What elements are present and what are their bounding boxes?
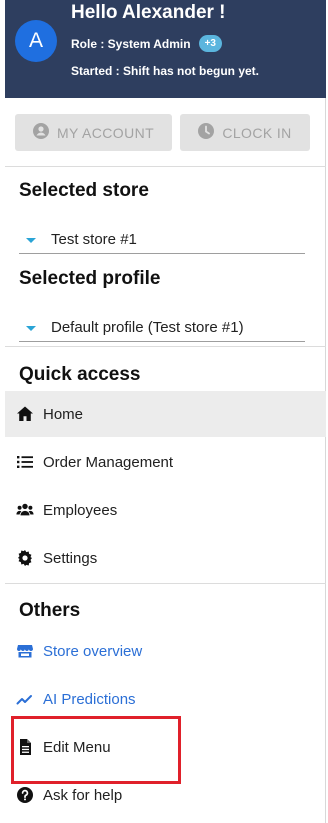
trend-icon [5,690,43,708]
store-select[interactable]: Test store #1 [19,226,305,254]
menu-item-label: Store overview [43,642,143,660]
divider [5,346,326,347]
highlight-box [11,716,181,784]
others-title: Others [19,600,81,621]
my-account-button[interactable]: MY ACCOUNT [15,114,172,151]
account-icon [32,123,49,142]
clock-in-button[interactable]: CLOCK IN [180,114,310,151]
selected-store-title: Selected store [19,180,149,201]
shift-status: Started : Shift has not begun yet. [71,64,260,78]
divider [5,166,326,167]
quick-access-title: Quick access [19,364,141,385]
menu-item-label: Home [43,405,84,423]
user-header: A Hello Alexander ! Role : System Admin … [5,0,326,98]
store-select-value: Test store #1 [51,231,137,248]
menu-item-home[interactable]: Home [5,391,326,437]
list-icon [5,453,43,471]
clock-in-label: CLOCK IN [222,124,292,141]
side-menu: A Hello Alexander ! Role : System Admin … [0,0,326,823]
menu-item-settings[interactable]: Settings [5,535,326,581]
caret-down-icon [26,238,36,243]
selected-profile-title: Selected profile [19,268,161,289]
menu-item-store-overview[interactable]: Store overview [5,628,326,674]
store-icon [5,642,43,660]
role-badge[interactable]: +3 [198,35,222,52]
menu-item-order-management[interactable]: Order Management [5,439,326,485]
gear-icon [5,549,43,567]
menu-item-label: Order Management [43,453,174,471]
menu-item-label: Ask for help [43,786,123,804]
menu-item-label: Employees [43,501,118,519]
caret-down-icon [26,326,36,331]
menu-item-employees[interactable]: Employees [5,487,326,533]
role-line: Role : System Admin +3 [71,35,222,52]
greeting: Hello Alexander ! [71,2,226,23]
profile-select-value: Default profile (Test store #1) [51,319,244,336]
profile-select[interactable]: Default profile (Test store #1) [19,314,305,342]
clock-icon [198,123,215,142]
divider [5,583,326,584]
menu-item-label: Settings [43,549,98,567]
my-account-label: MY ACCOUNT [56,124,155,141]
home-icon [5,405,43,423]
question-icon [5,786,43,804]
users-icon [5,501,43,519]
avatar[interactable]: A [15,20,57,62]
menu-item-label: AI Predictions [43,690,136,708]
role-text: Role : System Admin [71,36,191,51]
